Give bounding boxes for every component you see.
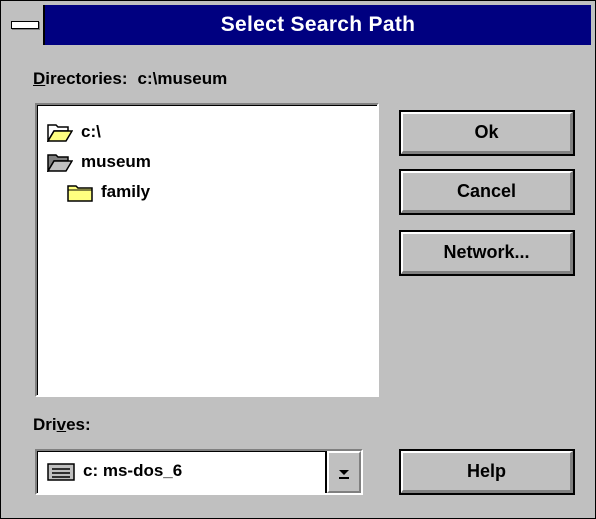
selected-drive: c: ms-dos_6 <box>83 461 183 480</box>
cancel-button-label: Cancel <box>401 171 573 213</box>
open-folder-icon <box>47 124 73 142</box>
drives-label: Drives: <box>33 415 91 435</box>
hard-drive-icon <box>47 463 75 481</box>
directory-label: family <box>101 182 151 201</box>
directories-label-mnemonic: D <box>33 69 46 88</box>
dropdown-arrow-icon <box>339 470 349 479</box>
directory-item-root[interactable]: c:\ <box>47 119 101 145</box>
directory-label: museum <box>81 152 151 171</box>
help-button[interactable]: Help <box>399 449 575 495</box>
help-button-label: Help <box>401 451 573 493</box>
drives-dropdown-button[interactable] <box>325 451 361 493</box>
select-search-path-dialog: Select Search Path Directories: c:\museum… <box>0 0 596 519</box>
directories-label: Directories: c:\museum <box>33 69 227 89</box>
network-button-label: Network... <box>401 232 573 274</box>
closed-folder-icon <box>67 185 93 202</box>
directories-list[interactable]: c:\ museum family <box>35 103 379 397</box>
window-title: Select Search Path <box>220 13 416 36</box>
drives-label-post: es: <box>66 415 91 434</box>
drives-label-mnemonic: v <box>56 415 67 434</box>
directory-label: c:\ <box>81 122 101 141</box>
cancel-button[interactable]: Cancel <box>399 169 575 215</box>
drives-label-pre: Dri <box>33 415 57 434</box>
current-path: c:\museum <box>137 69 228 88</box>
directory-item-family[interactable]: family <box>67 179 150 205</box>
title-bar[interactable]: Select Search Path <box>5 5 591 45</box>
system-menu-icon <box>11 21 39 29</box>
system-menu-button[interactable] <box>5 5 45 45</box>
ok-button[interactable]: Ok <box>399 110 575 156</box>
directories-label-text: irectories: <box>45 69 128 88</box>
ok-button-label: Ok <box>401 112 573 154</box>
drives-dropdown[interactable]: c: ms-dos_6 <box>35 449 363 495</box>
directory-item-museum[interactable]: museum <box>47 149 151 175</box>
open-folder-icon <box>47 154 73 172</box>
network-button[interactable]: Network... <box>399 230 575 276</box>
